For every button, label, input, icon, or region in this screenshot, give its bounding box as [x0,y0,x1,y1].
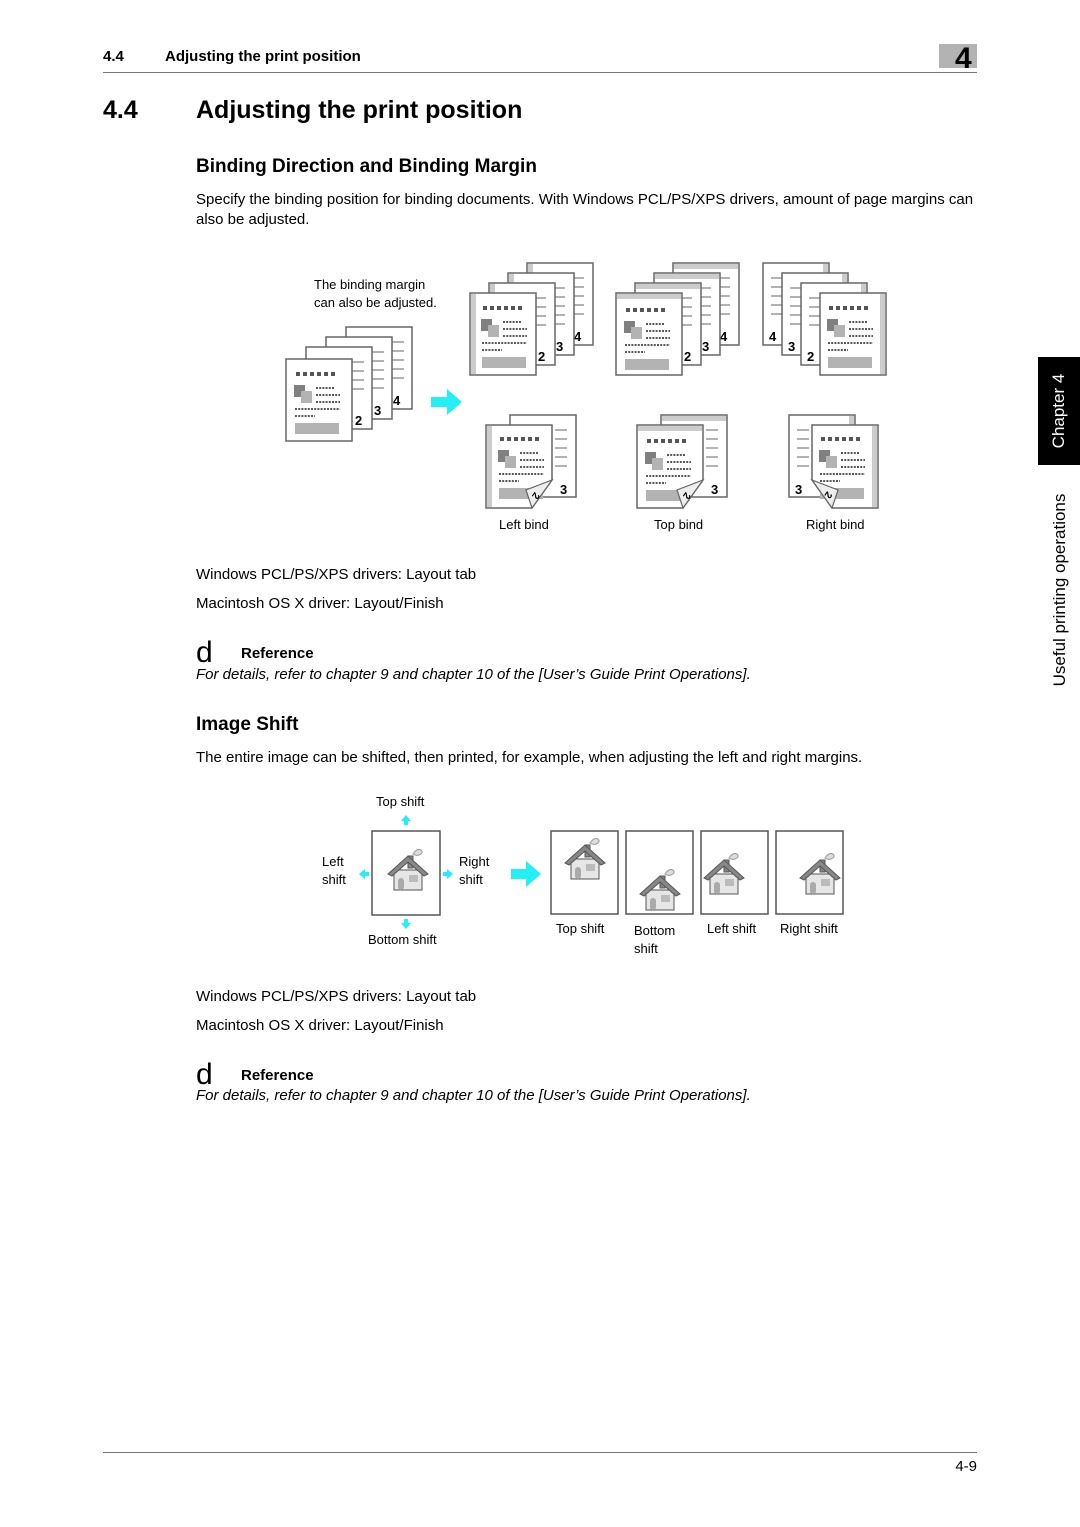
result-caption-bottom-2: shift [634,941,658,956]
bottom-shift-result [625,830,694,915]
source-page-1 [285,358,353,442]
binding-note-line2: can also be adjusted. [314,295,437,310]
running-header-section-number: 4.4 [103,48,124,65]
source-page-number-3: 3 [374,403,381,418]
left-arrow-icon [359,869,369,879]
svg-text:3: 3 [711,482,718,497]
svg-text:2: 2 [684,349,691,364]
right-bind-caption: Right bind [806,517,865,532]
right-shift-label-1: Right [459,854,490,869]
reference-label: Reference [241,645,314,662]
image-shift-figure: Top shift Bottom shift Left shift Right … [322,794,844,956]
reference-icon: d [196,636,213,669]
chapter-side-label-text: Useful printing operations [1050,493,1069,687]
page-title-number: 4.4 [103,96,138,124]
binding-body: Specify the binding position for binding… [196,191,974,228]
shift-driver-mac: Macintosh OS X driver: Layout/Finish [196,1017,444,1034]
chapter-number: 4 [955,42,972,75]
page-title: Adjusting the print position [196,96,523,124]
top-bind-caption: Top bind [654,517,703,532]
svg-text:2: 2 [538,349,545,364]
right-arrow-icon [431,389,462,415]
reference-text: For details, refer to chapter 9 and chap… [196,666,751,683]
top-margin-stack: 4 3 2 [615,262,740,376]
footer-divider [103,1452,977,1453]
image-shift-body: The entire image can be shifted, then pr… [196,749,863,766]
chapter-side-tab-label: Chapter 4 [1049,373,1068,449]
shift-driver-windows: Windows PCL/PS/XPS drivers: Layout tab [196,988,477,1005]
svg-text:3: 3 [560,482,567,497]
svg-text:4: 4 [574,329,582,344]
binding-driver-mac: Macintosh OS X driver: Layout/Finish [196,595,444,612]
right-shift-result [775,830,844,915]
running-header-title: Adjusting the print position [165,48,361,65]
binding-figure: The binding margin can also be adjusted.… [285,262,887,532]
reference-icon: d [196,1058,213,1091]
left-shift-result [700,830,769,915]
source-page-number-2: 2 [355,413,362,428]
left-bind-illustration: 3 2 [485,414,577,510]
right-margin-stack: 4 3 2 [762,262,887,376]
svg-text:4: 4 [769,329,777,344]
right-small-arrow-icon [443,869,453,879]
source-page-number-4: 4 [393,393,401,408]
binding-heading: Binding Direction and Binding Margin [196,156,537,177]
header-divider [103,72,977,73]
svg-text:3: 3 [788,339,795,354]
right-shift-label-2: shift [459,872,483,887]
chapter-side-label: Useful printing operations [1040,480,1080,700]
binding-driver-windows: Windows PCL/PS/XPS drivers: Layout tab [196,566,477,583]
svg-text:2: 2 [807,349,814,364]
svg-text:3: 3 [556,339,563,354]
reference-label: Reference [241,1067,314,1084]
bottom-shift-label: Bottom shift [368,932,437,947]
image-shift-heading: Image Shift [196,714,299,735]
left-shift-label-2: shift [322,872,346,887]
result-caption-top: Top shift [556,921,605,936]
left-bind-caption: Left bind [499,517,549,532]
svg-text:3: 3 [795,482,802,497]
right-bind-illustration: 3 2 [788,414,879,510]
svg-text:4: 4 [720,329,728,344]
binding-note-line1: The binding margin [314,277,425,292]
result-caption-bottom-1: Bottom [634,923,675,938]
big-right-arrow-icon [511,861,541,887]
page-number: 4-9 [955,1458,977,1475]
result-caption-right: Right shift [780,921,838,936]
up-arrow-icon [401,815,411,825]
reference-text: For details, refer to chapter 9 and chap… [196,1087,751,1104]
top-shift-label: Top shift [376,794,425,809]
left-margin-stack: 4 3 2 [469,262,594,376]
source-page-stack: 4 3 2 [285,326,413,442]
svg-text:3: 3 [702,339,709,354]
top-shift-result [550,830,619,915]
chapter-side-tab: Chapter 4 [1038,357,1080,465]
left-shift-label-1: Left [322,854,344,869]
top-bind-illustration: 3 2 [636,414,728,510]
down-arrow-icon [401,919,411,929]
result-caption-left: Left shift [707,921,757,936]
